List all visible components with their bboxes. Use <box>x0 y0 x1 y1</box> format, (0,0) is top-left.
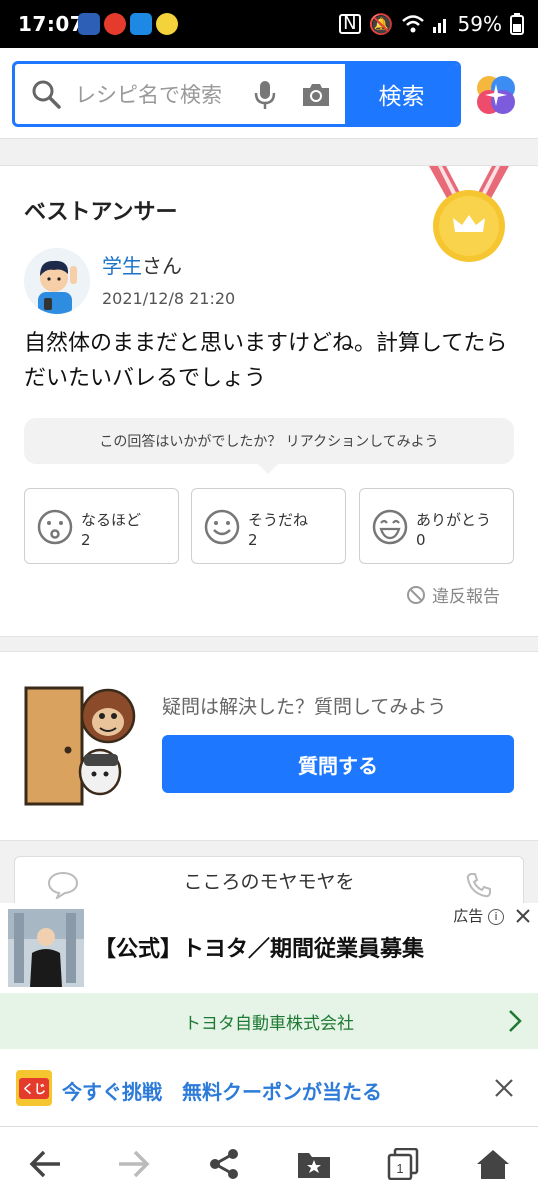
tabs-icon: 1 <box>388 1147 419 1180</box>
svg-text:1: 1 <box>397 1161 404 1176</box>
home-icon <box>477 1149 510 1179</box>
medal-icon <box>429 166 509 262</box>
ad-advertiser: トヨタ自動車株式会社 <box>184 1013 354 1034</box>
arrow-right-icon <box>119 1150 150 1177</box>
app-logo-icon[interactable] <box>475 74 517 116</box>
ad-title: 【公式】トヨタ／期間従業員募集 <box>94 937 425 962</box>
door-character-illustration <box>24 686 136 806</box>
reaction-count: 2 <box>248 531 258 549</box>
ask-question-button[interactable]: 質問する <box>162 735 514 793</box>
reaction-label: ありがとう <box>416 511 492 529</box>
ad-image <box>8 909 84 987</box>
home-button[interactable] <box>471 1142 515 1186</box>
reaction-naruhodo-button[interactable]: なるほど 2 <box>24 488 179 564</box>
signal-icon <box>432 19 446 33</box>
reaction-label: そうだね <box>248 511 309 529</box>
mute-icon: 🔕 <box>368 12 394 36</box>
app-notification-icon <box>78 13 100 35</box>
reaction-prompt: この回答はいかがでしたか？ リアクションしてみよう <box>24 418 514 474</box>
answer-date: 2021/12/8 21:20 <box>102 289 236 308</box>
battery-percent: 59% <box>457 12 502 36</box>
reaction-label: なるほど <box>81 511 142 529</box>
arrow-left-icon <box>29 1150 60 1177</box>
bottom-nav: 1 <box>0 1128 538 1199</box>
student-avatar-icon <box>24 248 90 314</box>
promo-text: 今すぐ挑戦 無料クーポンが当たる <box>62 1080 382 1104</box>
avatar[interactable] <box>24 248 90 314</box>
app-notification-icon <box>104 13 126 35</box>
ad-label-text: 広告 <box>453 907 484 925</box>
bookmark-folder-icon <box>297 1152 330 1178</box>
phone-icon <box>466 873 491 898</box>
back-button[interactable] <box>23 1142 67 1186</box>
kuji-logo-text: くじ <box>18 1077 49 1099</box>
share-button[interactable] <box>202 1142 246 1186</box>
battery-icon <box>510 13 524 35</box>
user-name-link[interactable]: 学生 <box>102 254 142 278</box>
info-icon[interactable]: i <box>488 908 504 925</box>
answer-text: 自然体のままだと思いますけどね。計算してたらだいたいバレるでしょう <box>24 331 508 391</box>
section-divider <box>0 636 538 652</box>
camera-icon[interactable] <box>301 82 331 108</box>
search-input[interactable]: レシピ名で検索 <box>15 64 345 124</box>
reaction-count: 2 <box>81 531 91 549</box>
reaction-arigatou-button[interactable]: ありがとう 0 <box>359 488 514 564</box>
reaction-soudane-button[interactable]: そうだね 2 <box>191 488 346 564</box>
status-time: 17:07 <box>18 12 85 36</box>
promo-banner[interactable]: くじ 今すぐ挑戦 無料クーポンが当たる <box>0 1049 538 1127</box>
forward-button[interactable] <box>112 1142 156 1186</box>
prohibited-icon <box>407 585 425 604</box>
smile-face-icon <box>204 509 240 545</box>
answer-user: 学生さん <box>102 250 182 279</box>
report-label: 違反報告 <box>432 587 500 607</box>
share-icon <box>210 1148 239 1179</box>
close-icon[interactable] <box>494 1078 514 1098</box>
microphone-icon[interactable] <box>253 80 277 110</box>
tabs-button[interactable]: 1 <box>381 1142 425 1186</box>
reaction-count: 0 <box>416 531 426 549</box>
consult-text: こころのモヤモヤを <box>183 871 355 893</box>
search-button[interactable]: 検索 <box>345 64 458 124</box>
ask-prompt: 疑問は解決した？質問してみよう <box>162 696 447 718</box>
grin-face-icon <box>372 509 408 545</box>
status-bar: 17:07 N 🔕 59% <box>0 0 538 48</box>
user-name-suffix: さん <box>142 254 182 278</box>
report-link[interactable]: 違反報告 <box>406 582 500 607</box>
reaction-prompt-text: この回答はいかがでしたか？ リアクションしてみよう <box>99 434 439 450</box>
ad-advertiser-link[interactable]: トヨタ自動車株式会社 <box>0 993 538 1049</box>
wifi-icon <box>401 15 424 33</box>
ad-banner[interactable]: 【公式】トヨタ／期間従業員募集 広告 i <box>0 903 538 993</box>
kuji-logo: くじ <box>16 1070 52 1106</box>
nfc-icon: N <box>339 14 361 34</box>
chevron-right-icon <box>509 1010 522 1032</box>
app-notification-icon <box>130 13 152 35</box>
thinking-face-icon <box>37 509 73 545</box>
best-answer-heading: ベストアンサー <box>24 200 178 225</box>
section-divider <box>0 138 538 166</box>
search-bar: レシピ名で検索 検索 <box>12 61 461 127</box>
ad-label: 広告 i <box>453 905 504 926</box>
app-notification-icon <box>156 13 178 35</box>
search-icon <box>32 80 61 109</box>
bookmarks-button[interactable] <box>292 1142 336 1186</box>
close-icon[interactable] <box>514 907 532 925</box>
search-placeholder: レシピ名で検索 <box>75 83 222 107</box>
